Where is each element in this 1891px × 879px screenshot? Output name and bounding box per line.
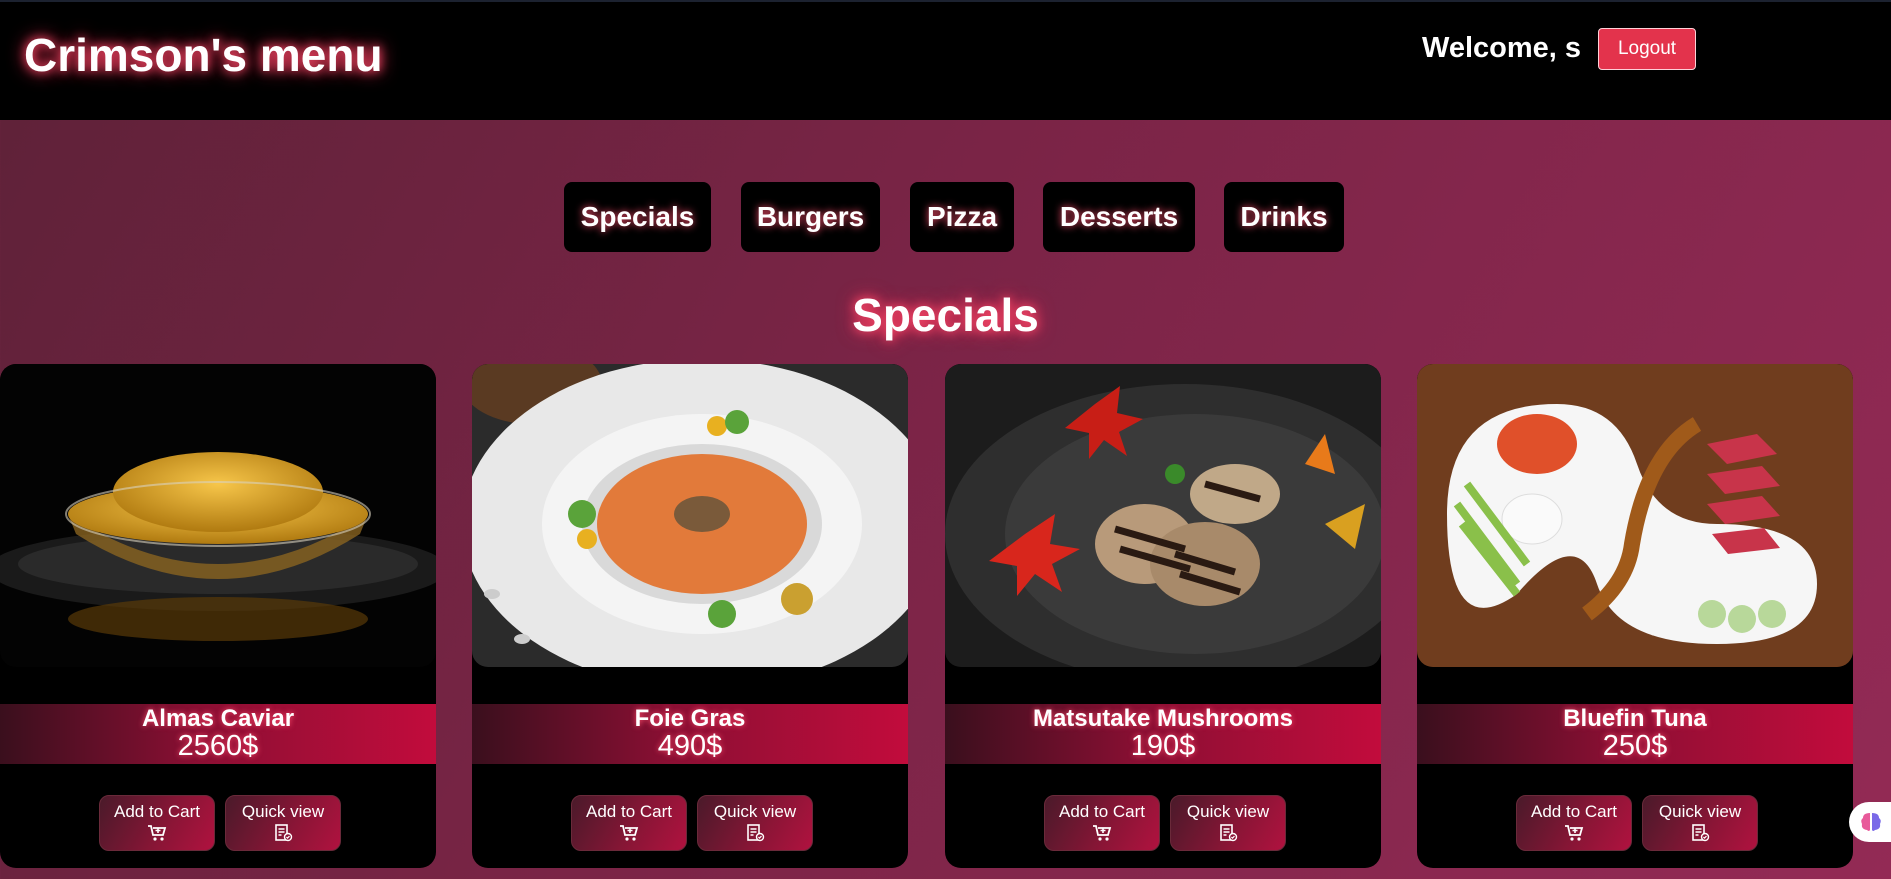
quick-view-button[interactable]: Quick view — [697, 795, 813, 851]
dish-name: Matsutake Mushrooms — [1032, 705, 1294, 732]
menu-card-matsutake-mushrooms: Matsutake Mushrooms 190$ Add to Cart Qui… — [945, 364, 1381, 868]
receipt-check-icon — [1692, 824, 1710, 842]
dish-price: 250$ — [1602, 730, 1668, 762]
top-bar: Crimson's menu Welcome, s Logout — [0, 0, 1891, 120]
dish-image-bluefin-tuna[interactable] — [1417, 364, 1853, 667]
add-to-cart-label: Add to Cart — [1531, 802, 1617, 821]
quick-view-label: Quick view — [1658, 802, 1742, 821]
section-title: Specials — [852, 289, 1039, 341]
quick-view-label: Quick view — [241, 802, 325, 821]
dish-price: 190$ — [1130, 730, 1196, 762]
add-to-cart-label: Add to Cart — [586, 802, 672, 821]
nav-specials[interactable]: Specials — [564, 182, 711, 252]
quick-view-label: Quick view — [1186, 802, 1270, 821]
add-to-cart-label: Add to Cart — [114, 802, 200, 821]
brand-title: Crimson's menu — [24, 29, 383, 81]
add-to-cart-label: Add to Cart — [1059, 802, 1145, 821]
brain-icon — [1861, 813, 1881, 831]
menu-card-almas-caviar: Almas Caviar 2560$ Add to Cart Quick vie… — [0, 364, 436, 868]
dish-image-matsutake-mushrooms[interactable] — [945, 364, 1381, 667]
add-to-cart-button[interactable]: Add to Cart — [571, 795, 687, 851]
quick-view-button[interactable]: Quick view — [1642, 795, 1758, 851]
receipt-check-icon — [275, 824, 293, 842]
dish-price: 2560$ — [177, 730, 259, 762]
logout-button[interactable]: Logout — [1598, 28, 1696, 70]
add-to-cart-button[interactable]: Add to Cart — [1044, 795, 1160, 851]
menu-card-bluefin-tuna: Bluefin Tuna 250$ Add to Cart Quick view — [1417, 364, 1853, 868]
dish-name: Almas Caviar — [141, 705, 295, 732]
cart-plus-icon — [620, 825, 639, 841]
category-nav: Specials Burgers Pizza Desserts Drinks — [0, 182, 1891, 254]
cart-plus-icon — [148, 825, 167, 841]
add-to-cart-button[interactable]: Add to Cart — [1516, 795, 1632, 851]
nav-pizza[interactable]: Pizza — [910, 182, 1014, 252]
quick-view-button[interactable]: Quick view — [225, 795, 341, 851]
menu-card-foie-gras: Foie Gras 490$ Add to Cart Quick view — [472, 364, 908, 868]
nav-burgers[interactable]: Burgers — [741, 182, 880, 252]
nav-drinks[interactable]: Drinks — [1224, 182, 1344, 252]
nav-desserts[interactable]: Desserts — [1043, 182, 1195, 252]
dish-price: 490$ — [657, 730, 723, 762]
assistant-button[interactable] — [1849, 802, 1891, 842]
quick-view-label: Quick view — [713, 802, 797, 821]
dish-image-foie-gras[interactable] — [472, 364, 908, 667]
quick-view-button[interactable]: Quick view — [1170, 795, 1286, 851]
welcome-text: Welcome, s — [1422, 32, 1582, 64]
cart-plus-icon — [1093, 825, 1112, 841]
dish-name: Foie Gras — [634, 705, 746, 732]
dish-image-almas-caviar[interactable] — [0, 364, 436, 667]
receipt-check-icon — [747, 824, 765, 842]
cart-plus-icon — [1565, 825, 1584, 841]
add-to-cart-button[interactable]: Add to Cart — [99, 795, 215, 851]
receipt-check-icon — [1220, 824, 1238, 842]
dish-name: Bluefin Tuna — [1563, 705, 1707, 732]
